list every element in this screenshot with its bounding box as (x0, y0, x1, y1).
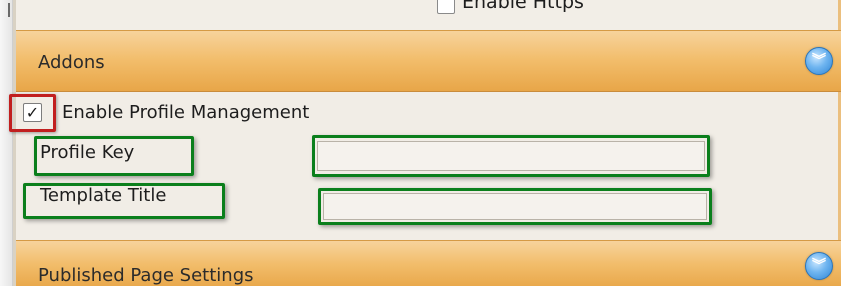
enable-profile-management-label: Enable Profile Management (62, 102, 310, 123)
scrollbar-tick (8, 3, 10, 17)
settings-panel: Enable Https Addons ︾ ✓ Enable Profile M… (9, 0, 841, 286)
expand-published-settings-icon[interactable]: ︾ (805, 252, 833, 280)
enable-profile-management-checkbox[interactable]: ✓ (23, 103, 42, 122)
profile-key-input[interactable] (317, 141, 705, 171)
left-scrollbar-edge[interactable] (0, 0, 13, 286)
addons-section-title: Addons (38, 52, 105, 73)
profile-key-label: Profile Key (40, 142, 135, 163)
addons-section-body: ✓ Enable Profile Management Profile Key … (9, 92, 841, 240)
template-title-input[interactable] (323, 193, 707, 220)
check-mark-icon: ✓ (25, 102, 40, 122)
https-row: Enable Https (16, 0, 841, 30)
published-page-settings-header[interactable]: Published Page Settings ︾ (16, 240, 841, 286)
enable-https-label: Enable Https (462, 0, 584, 13)
template-title-label: Template Title (40, 185, 167, 206)
addons-section-header[interactable]: Addons ︾ (16, 30, 841, 92)
enable-https-checkbox[interactable] (437, 0, 455, 14)
collapse-addons-icon[interactable]: ︾ (805, 47, 833, 75)
published-page-settings-title: Published Page Settings (38, 265, 254, 286)
settings-screen: Enable Https Addons ︾ ✓ Enable Profile M… (0, 0, 841, 286)
